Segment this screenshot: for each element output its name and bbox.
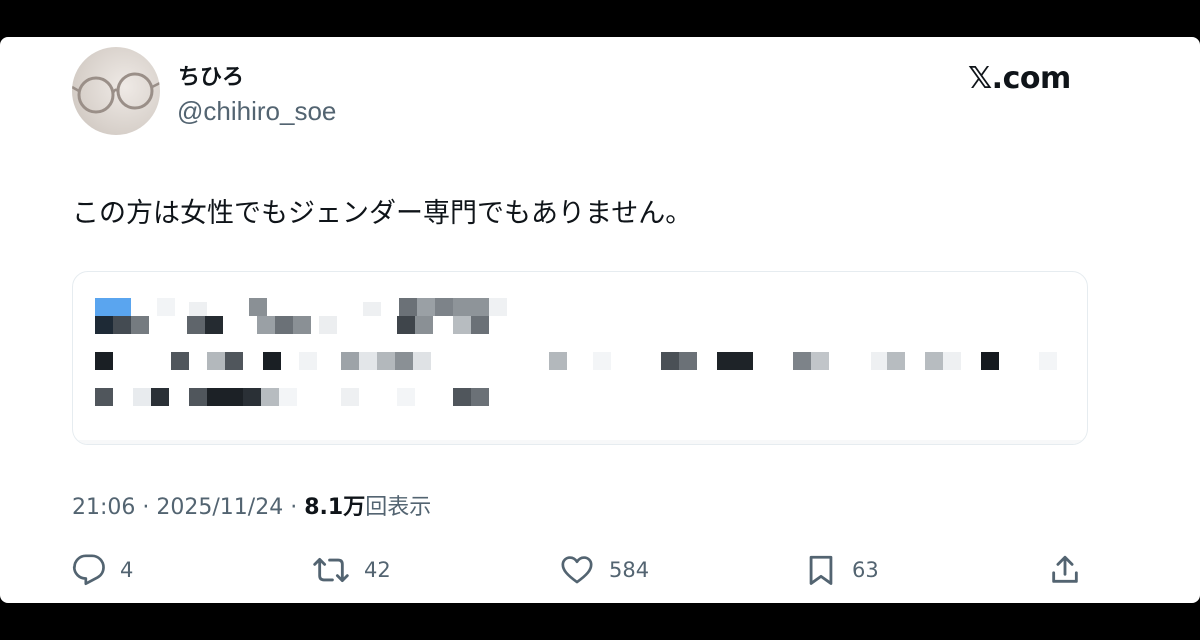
mosaic-block (205, 316, 223, 334)
mosaic-block (207, 388, 243, 406)
mosaic-block (131, 316, 149, 334)
mosaic-block (377, 352, 395, 370)
mosaic-block (489, 298, 507, 316)
repost-button[interactable]: 42 (312, 553, 391, 587)
mosaic-block (887, 352, 905, 370)
bookmark-button[interactable]: 63 (804, 553, 879, 587)
mosaic-block (73, 440, 1087, 444)
bookmark-icon (809, 555, 833, 585)
mosaic-block (95, 352, 113, 370)
mosaic-block (263, 352, 281, 370)
like-count: 584 (609, 558, 650, 582)
repost-count: 42 (364, 558, 391, 582)
mosaic-block (293, 316, 311, 334)
mosaic-block (453, 298, 489, 316)
mosaic-block (341, 352, 359, 370)
meta-separator: · (290, 495, 298, 520)
mosaic-block (415, 316, 433, 334)
bookmark-count: 63 (852, 558, 879, 582)
quoted-tweet-pixelated[interactable] (72, 271, 1088, 445)
like-button[interactable]: 584 (559, 553, 649, 587)
mosaic-block (225, 352, 243, 370)
glasses-image (72, 72, 160, 114)
mosaic-block (157, 298, 175, 316)
mosaic-block (925, 352, 943, 370)
mosaic-block (397, 388, 415, 406)
tweet-text: この方は女性でもジェンダー専門でもありません。 (72, 198, 693, 229)
mosaic-block (261, 388, 279, 406)
mosaic-block (359, 352, 377, 370)
mosaic-block (417, 298, 435, 316)
avatar[interactable] (72, 47, 160, 135)
reply-button[interactable]: 4 (72, 553, 133, 587)
mosaic-block (1039, 352, 1057, 370)
tweet-date[interactable]: 2025/11/24 (156, 495, 283, 520)
mosaic-block (133, 388, 151, 406)
mosaic-block (275, 316, 293, 334)
heart-icon (561, 556, 593, 584)
mosaic-block (113, 316, 131, 334)
repost-icon (313, 557, 349, 583)
x-logo: 𝕏.com (968, 61, 1071, 96)
mosaic-block (95, 388, 113, 406)
mosaic-block (453, 316, 471, 334)
display-name[interactable]: ちひろ (178, 59, 244, 91)
mosaic-block (811, 352, 829, 370)
mosaic-block (151, 388, 169, 406)
mosaic-block (793, 352, 811, 370)
mosaic-block (249, 298, 267, 316)
mosaic-block (363, 302, 381, 316)
mosaic-block (187, 316, 205, 334)
mosaic-block (661, 352, 679, 370)
mosaic-block (279, 388, 297, 406)
mosaic-block (207, 352, 225, 370)
share-icon (1052, 555, 1078, 583)
views-label: 回表示 (365, 495, 432, 520)
tweet-card: ちひろ @chihiro_soe 𝕏.com この方は女性でもジェンダー専門でも… (0, 37, 1200, 603)
mosaic-block (341, 388, 359, 406)
mosaic-block (593, 352, 611, 370)
mosaic-block (679, 352, 697, 370)
tweet-time[interactable]: 21:06 (72, 495, 135, 520)
mosaic-block (471, 388, 489, 406)
mosaic-block (471, 316, 489, 334)
mosaic-block (549, 352, 567, 370)
mosaic-block (171, 352, 189, 370)
mosaic-block (397, 316, 415, 334)
views-count[interactable]: 8.1万 (304, 495, 365, 520)
meta-separator: · (142, 495, 150, 520)
mosaic-block (395, 352, 413, 370)
mosaic-block (981, 352, 999, 370)
mosaic-block (95, 316, 113, 334)
reply-icon (72, 554, 105, 586)
mosaic-block (413, 352, 431, 370)
tweet-meta: 21:06 · 2025/11/24 · 8.1万回表示 (72, 489, 431, 521)
mosaic-block (399, 298, 417, 316)
mosaic-block (453, 388, 471, 406)
mosaic-block (717, 352, 753, 370)
reply-count: 4 (120, 558, 134, 582)
mosaic-block (257, 316, 275, 334)
mosaic-block (319, 316, 337, 334)
mosaic-block (189, 388, 207, 406)
mosaic-block (435, 298, 453, 316)
mosaic-block (299, 352, 317, 370)
mosaic-block (243, 388, 261, 406)
mosaic-block (943, 352, 961, 370)
share-button[interactable] (1048, 553, 1082, 587)
user-handle[interactable]: @chihiro_soe (177, 96, 336, 127)
mosaic-block (189, 302, 207, 316)
mosaic-block (95, 298, 131, 316)
